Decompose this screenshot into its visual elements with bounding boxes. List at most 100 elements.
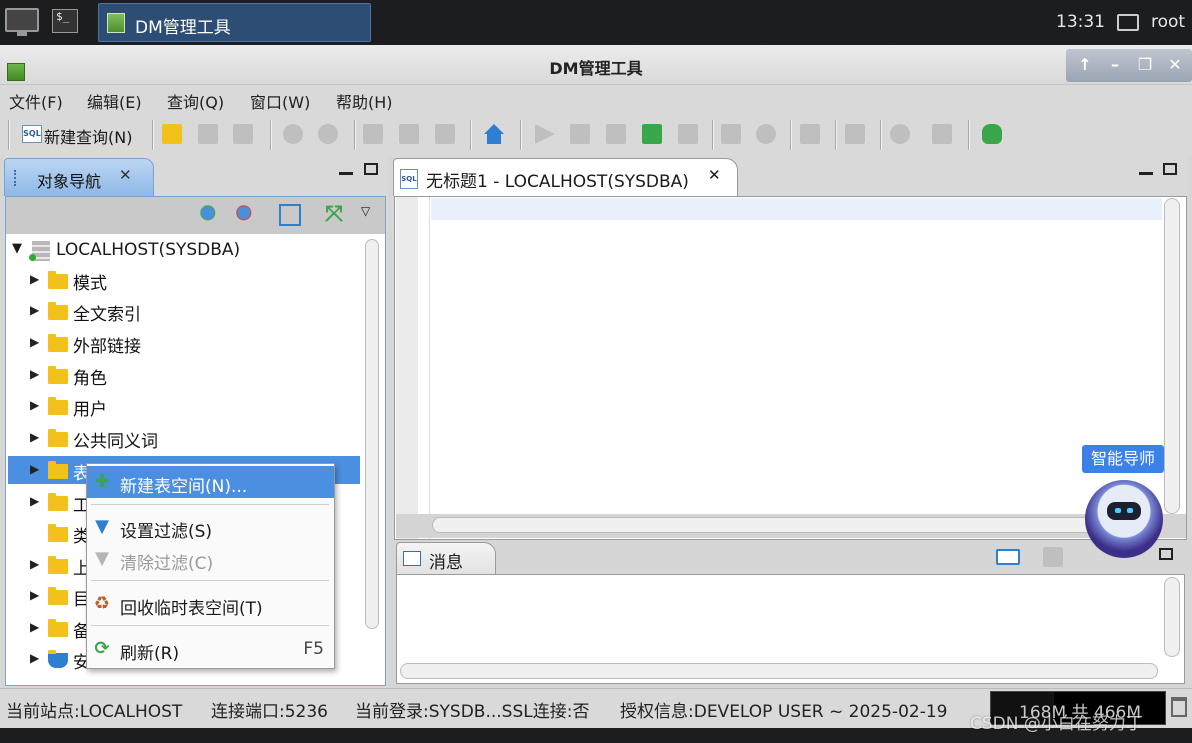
tree-item-label: 模式 [73,274,107,294]
keyboard-icon[interactable] [1117,14,1139,31]
smart-guide-label[interactable]: 智能导师 [1082,445,1164,473]
close-button[interactable]: ✕ [1164,54,1186,76]
restore-button[interactable]: ❐ [1134,54,1156,76]
schedule-icon[interactable] [800,124,820,144]
menu-item-new-tablespace[interactable]: ✚ 新建表空间(N)... [87,466,334,498]
menu-separator [91,580,329,581]
expand-arrow-icon[interactable]: ▶ [30,620,39,634]
clear-icon[interactable] [1043,547,1063,567]
run-selection-icon[interactable] [570,124,590,144]
save-all-icon[interactable] [233,124,253,144]
menu-help[interactable]: 帮助(H) [336,89,393,113]
edit-icon[interactable] [279,204,301,226]
expand-arrow-icon[interactable]: ▶ [30,557,39,571]
tab-object-navigator[interactable]: 对象导航 ✕ [4,158,154,196]
expand-arrow-icon[interactable]: ▶ [30,335,39,349]
database-icon [29,241,50,261]
menu-item-refresh[interactable]: ⟳ 刷新(R) F5 [87,633,334,665]
step-icon[interactable] [932,124,952,144]
cut-icon[interactable] [363,124,383,144]
maximize-panel-icon[interactable] [1163,163,1177,175]
status-login: 当前登录:SYSDB...SSL连接:否 [355,702,590,722]
tree-item-label: 公共同义词 [73,432,158,452]
expand-arrow-icon[interactable]: ▶ [30,651,39,665]
commit-icon[interactable] [721,124,741,144]
watermark: CSDN @小白在努力丁 [970,714,1143,734]
sql-icon: SQL [22,125,42,143]
close-icon[interactable]: ✕ [708,166,721,184]
explain-icon[interactable] [606,124,626,144]
minimize-button[interactable]: – [1104,54,1126,76]
minimize-panel-icon[interactable] [339,163,353,175]
sql-editor[interactable] [394,196,1187,540]
expand-arrow-icon[interactable]: ▶ [30,462,39,476]
collapse-icon[interactable]: ▼ [12,241,22,256]
tree-item[interactable]: ▶ 全文索引 [30,297,360,325]
expand-arrow-icon[interactable]: ▶ [30,303,39,317]
tree-item[interactable]: ▶ 角色 [30,361,360,389]
menu-item-set-filter[interactable]: ▼ 设置过滤(S) [87,511,334,543]
maximize-panel-icon[interactable] [364,163,378,175]
view-menu-icon[interactable]: ▽ [361,204,375,226]
editor-gutter [396,197,418,539]
menu-item-label: 设置过滤(S) [120,522,213,542]
user-name[interactable]: root [1151,12,1185,32]
connect-icon[interactable] [199,204,221,226]
taskbar-app-dm-tool[interactable]: DM管理工具 [98,3,371,42]
copy-icon[interactable] [399,124,419,144]
message-options-icon[interactable] [996,549,1020,565]
tree-item[interactable]: ▶ 用户 [30,392,360,420]
current-line-highlight [431,198,1162,220]
menu-file[interactable]: 文件(F) [9,89,63,113]
tree-root-label: LOCALHOST(SYSDBA) [56,240,241,260]
minimize-panel-icon[interactable] [1139,163,1153,175]
disconnect-icon[interactable] [235,204,257,226]
calendar-icon[interactable] [845,124,865,144]
plus-icon: ✚ [94,471,110,492]
tree-item[interactable]: ▶ 外部链接 [30,329,360,357]
tab-messages[interactable]: 消息 [396,542,496,574]
messages-vertical-scrollbar[interactable] [1164,577,1180,657]
expand-arrow-icon[interactable]: ▶ [30,272,39,286]
redo-icon[interactable] [318,124,338,144]
editor-tab-label: 无标题1 - LOCALHOST(SYSDBA) [426,172,689,192]
show-desktop-icon[interactable] [3,4,41,38]
expand-arrow-icon[interactable]: ▶ [30,398,39,412]
paste-icon[interactable] [435,124,455,144]
expand-arrow-icon[interactable]: ▶ [30,430,39,444]
maximize-panel-icon[interactable] [1159,548,1173,560]
search-icon[interactable] [890,124,910,144]
rollback-icon[interactable] [756,124,776,144]
expand-icon[interactable]: ⤧ [323,204,345,226]
tab-untitled-query[interactable]: SQL 无标题1 - LOCALHOST(SYSDBA) ✕ [393,158,738,196]
menu-window[interactable]: 窗口(W) [250,89,310,113]
stop-icon[interactable] [678,124,698,144]
garbage-collect-icon[interactable] [1171,697,1187,717]
expand-arrow-icon[interactable]: ▶ [30,588,39,602]
debug-icon[interactable] [982,124,1002,144]
close-icon[interactable]: ✕ [119,166,132,184]
expand-arrow-icon[interactable]: ▶ [30,494,39,508]
editor-vertical-scrollbar[interactable] [1164,198,1180,514]
folder-icon [48,366,68,384]
menu-query[interactable]: 查询(Q) [167,89,224,113]
robot-assistant-icon[interactable] [1085,480,1163,558]
editor-horizontal-scrollbar[interactable] [432,517,1162,533]
expand-arrow-icon[interactable]: ▶ [30,367,39,381]
tree-item[interactable]: ▶ 公共同义词 [30,424,360,452]
menu-edit[interactable]: 编辑(E) [87,89,142,113]
tree-item[interactable]: ▶ 模式 [30,266,360,294]
menu-item-clear-filter[interactable]: ▼ 清除过滤(C) [87,543,334,575]
tree-item-label: 外部链接 [73,337,141,357]
run-script-icon[interactable] [642,124,662,144]
terminal-icon[interactable]: $_ [52,9,78,33]
navigator-scrollbar[interactable] [365,239,379,629]
messages-horizontal-scrollbar[interactable] [400,663,1158,679]
open-folder-icon[interactable] [162,124,182,144]
menu-item-reclaim-temp-tablespace[interactable]: ♻ 回收临时表空间(T) [87,588,334,620]
menu-separator [91,504,329,505]
window-up-icon[interactable]: ↑ [1074,54,1096,76]
save-icon[interactable] [198,124,218,144]
window-controls: ↑ – ❐ ✕ [1066,49,1192,82]
undo-icon[interactable] [283,124,303,144]
